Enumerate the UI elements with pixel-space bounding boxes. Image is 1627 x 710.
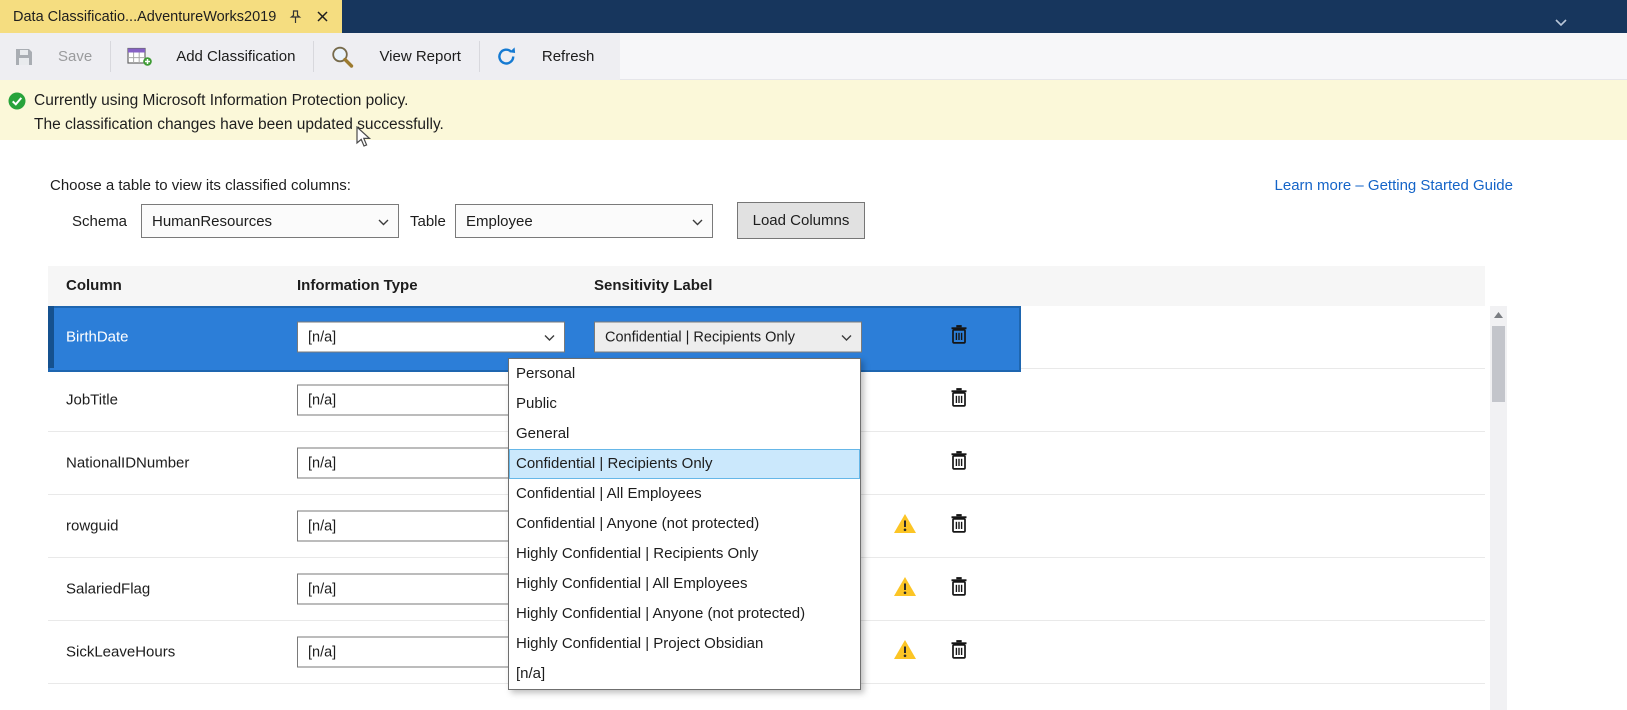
document-tab[interactable]: Data Classificatio...AdventureWorks2019 <box>0 0 342 33</box>
table-label: Table <box>410 213 446 230</box>
view-report-button[interactable]: View Report <box>316 33 476 80</box>
column-name: SalariedFlag <box>66 581 150 598</box>
dropdown-option[interactable]: Highly Confidential | Anyone (not protec… <box>509 599 860 629</box>
warning-icon <box>893 513 917 539</box>
learn-more-link[interactable]: Learn more – Getting Started Guide <box>1275 177 1513 194</box>
close-icon[interactable] <box>314 9 330 25</box>
information-type-value: [n/a] <box>308 392 336 408</box>
column-header: Column <box>66 277 122 294</box>
toolbar-separator <box>313 41 314 72</box>
info-message-line1: Currently using Microsoft Information Pr… <box>34 89 444 113</box>
dropdown-option[interactable]: Confidential | All Employees <box>509 479 860 509</box>
toolbar-separator <box>479 41 480 72</box>
chevron-down-icon <box>841 329 852 345</box>
column-name: NationalIDNumber <box>66 455 189 472</box>
column-name: rowguid <box>66 518 119 535</box>
chevron-down-icon <box>378 213 389 230</box>
dropdown-option[interactable]: Highly Confidential | Project Obsidian <box>509 629 860 659</box>
vertical-scrollbar[interactable] <box>1490 306 1507 710</box>
refresh-label: Refresh <box>542 48 595 65</box>
delete-classification-button[interactable] <box>951 451 967 476</box>
delete-classification-button[interactable] <box>951 514 967 539</box>
dropdown-option[interactable]: [n/a] <box>509 659 860 689</box>
load-columns-button[interactable]: Load Columns <box>737 202 865 239</box>
save-label: Save <box>58 48 92 65</box>
table-value: Employee <box>466 213 533 230</box>
information-type-value: [n/a] <box>308 581 336 597</box>
sensitivity-label-header: Sensitivity Label <box>594 277 712 294</box>
delete-classification-button[interactable] <box>951 640 967 665</box>
delete-classification-button[interactable] <box>951 325 967 350</box>
scrollbar-thumb[interactable] <box>1492 326 1505 402</box>
refresh-icon <box>496 46 518 67</box>
refresh-button[interactable]: Refresh <box>482 33 611 80</box>
delete-classification-button[interactable] <box>951 577 967 602</box>
information-type-value: [n/a] <box>308 518 336 534</box>
add-classification-button[interactable]: Add Classification <box>113 33 311 80</box>
chevron-down-icon <box>544 329 555 345</box>
pin-icon[interactable] <box>287 9 303 25</box>
delete-classification-button[interactable] <box>951 388 967 413</box>
chevron-down-icon <box>692 213 703 230</box>
view-report-icon <box>330 45 355 69</box>
column-name: JobTitle <box>66 392 118 409</box>
column-name: BirthDate <box>66 329 129 346</box>
information-type-header: Information Type <box>297 277 418 294</box>
schema-label: Schema <box>72 213 127 230</box>
save-button[interactable]: Save <box>0 33 108 80</box>
dropdown-option[interactable]: Highly Confidential | All Employees <box>509 569 860 599</box>
add-classification-icon <box>127 46 152 67</box>
tab-list-chevron-down-icon[interactable] <box>1555 13 1567 31</box>
dropdown-option[interactable]: General <box>509 419 860 449</box>
column-name: SickLeaveHours <box>66 644 175 661</box>
information-type-value: [n/a] <box>308 329 336 345</box>
grid-header: Column Information Type Sensitivity Labe… <box>48 266 1485 306</box>
data-classification-window: Data Classificatio...AdventureWorks2019 … <box>0 0 1627 710</box>
warning-icon <box>893 639 917 665</box>
sensitivity-label-value: Confidential | Recipients Only <box>605 329 795 345</box>
dropdown-option[interactable]: Personal <box>509 359 860 389</box>
sensitivity-dropdown-list: Personal Public General Confidential | R… <box>508 358 861 690</box>
toolbar: Save Add Classification View Report <box>0 33 1627 80</box>
information-type-value: [n/a] <box>308 455 336 471</box>
schema-combobox[interactable]: HumanResources <box>141 204 399 238</box>
dropdown-option[interactable]: Confidential | Recipients Only <box>509 449 860 479</box>
schema-value: HumanResources <box>152 213 272 230</box>
scrollbar-up-arrow-icon[interactable] <box>1490 306 1507 323</box>
information-type-combobox[interactable]: [n/a] <box>297 322 565 353</box>
dropdown-option[interactable]: Confidential | Anyone (not protected) <box>509 509 860 539</box>
warning-icon <box>893 576 917 602</box>
toolbar-separator <box>110 41 111 72</box>
choose-table-prompt: Choose a table to view its classified co… <box>50 177 351 194</box>
policy-info-bar: Currently using Microsoft Information Pr… <box>0 80 1627 140</box>
toolbar-buttons: Save Add Classification View Report <box>0 33 620 80</box>
view-report-label: View Report <box>379 48 460 65</box>
sensitivity-label-combobox[interactable]: Confidential | Recipients Only <box>594 322 862 353</box>
dropdown-option[interactable]: Public <box>509 389 860 419</box>
document-tab-bar: Data Classificatio...AdventureWorks2019 <box>0 0 1627 33</box>
info-message-line2: The classification changes have been upd… <box>34 113 444 137</box>
save-icon <box>14 47 34 67</box>
document-tab-label: Data Classificatio...AdventureWorks2019 <box>13 9 276 25</box>
dropdown-option[interactable]: Highly Confidential | Recipients Only <box>509 539 860 569</box>
add-classification-label: Add Classification <box>176 48 295 65</box>
information-type-value: [n/a] <box>308 644 336 660</box>
table-combobox[interactable]: Employee <box>455 204 713 238</box>
success-check-icon <box>8 92 26 115</box>
